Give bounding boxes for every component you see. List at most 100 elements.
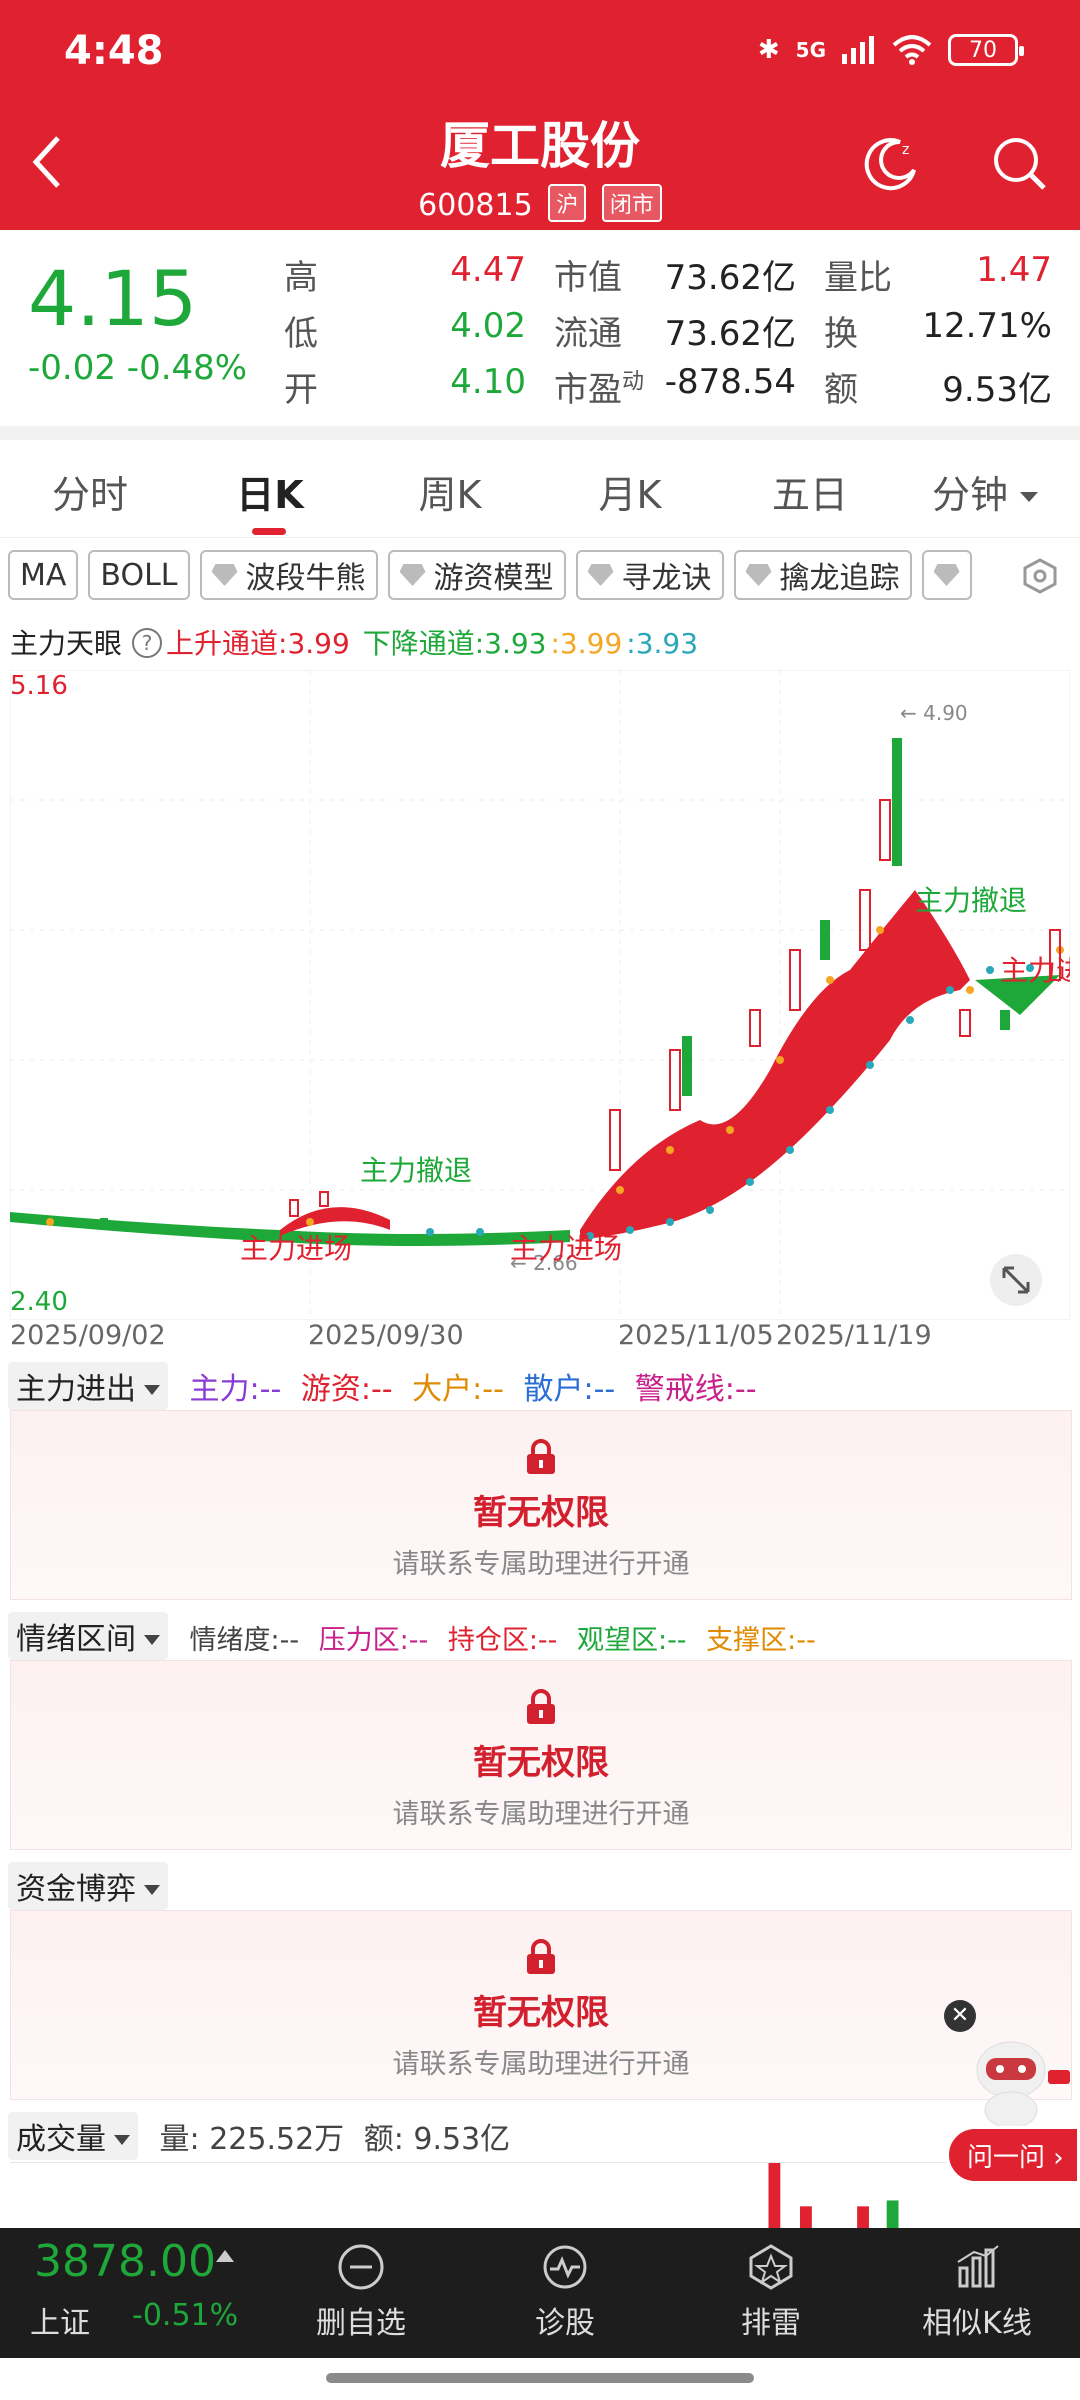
mood-watch: 观望区:-- <box>576 1625 687 1656</box>
chip-boll[interactable]: BOLL <box>88 550 190 600</box>
annotation-enter-3: 主力进场 <box>1000 954 1070 987</box>
lock-icon <box>527 1439 555 1474</box>
quote-panel: 4.15 -0.02 -0.48% 高 4.47 低 4.02 开 4.10 市… <box>0 230 1080 426</box>
price-change: -0.02 -0.48% <box>28 348 247 388</box>
volume-ratio-label: 量比 <box>824 258 892 298</box>
change-percent: -0.48% <box>126 348 248 388</box>
pe-label-text: 市盈 <box>554 370 622 410</box>
bottom-toolbar: 3878.00 上证 -0.51% 删自选 诊股 排雷 相似K线 <box>0 2228 1080 2358</box>
tab-monthly-k[interactable]: 月K <box>545 464 715 519</box>
diagnose-label: 诊股 <box>535 2306 595 2341</box>
risk-scan-button[interactable]: 排雷 <box>696 2242 846 2342</box>
lock-icon <box>527 1939 555 1974</box>
locked-subtitle: 请联系专属助理进行开通 <box>392 2049 690 2080</box>
active-tab-indicator <box>252 528 286 535</box>
index-percent: -0.51% <box>132 2298 239 2333</box>
section-divider <box>0 426 1080 440</box>
chip-boll-label: BOLL <box>100 557 178 593</box>
kline-chart[interactable]: 5.16 2.40 ← 4.90 ← 2.66 主力撤退 主力进场 主力进场 主… <box>10 670 1070 1320</box>
indicator-chips: MA BOLL 波段牛熊 游资模型 寻龙诀 擒龙追踪 <box>8 550 1008 600</box>
diagnose-button[interactable]: 诊股 <box>490 2242 640 2342</box>
chevron-down-icon <box>1020 492 1039 502</box>
annotation-retreat-1: 主力撤退 <box>360 1154 472 1187</box>
chip-ma[interactable]: MA <box>8 550 79 600</box>
chip-hot-money-model[interactable]: 游资模型 <box>387 550 566 600</box>
turnover-label: 换 <box>824 314 858 354</box>
pe-value: -878.54 <box>664 362 796 402</box>
diamond-icon <box>745 564 772 586</box>
locked-title: 暂无权限 <box>473 1743 609 1783</box>
volume-chart <box>10 2162 1072 2228</box>
locked-panel-game: 暂无权限 请联系专属助理进行开通 <box>10 1910 1072 2100</box>
flow-warning: 警戒线:-- <box>634 1372 757 1407</box>
tab-minute[interactable]: 分钟 <box>905 464 1065 519</box>
diamond-icon <box>211 564 238 586</box>
tab-minute-label: 分钟 <box>931 473 1008 517</box>
bar-chart-icon <box>957 2245 999 2288</box>
expand-icon[interactable] <box>990 1254 1042 1306</box>
flow-dropdown[interactable]: 主力进出 <box>8 1362 168 1410</box>
tab-five-day[interactable]: 五日 <box>725 464 895 519</box>
status-bar: 4:48 ✱ 5G 70 <box>0 26 1080 76</box>
mood-dropdown[interactable]: 情绪区间 <box>8 1612 168 1660</box>
peak-label: ← 4.90 <box>900 701 968 725</box>
similar-kline-label: 相似K线 <box>922 2306 1032 2341</box>
status-icons: ✱ 5G 70 <box>758 34 1024 66</box>
locked-panel-flow: 暂无权限 请联系专属助理进行开通 <box>10 1410 1072 1600</box>
game-dropdown[interactable]: 资金博弈 <box>8 1862 168 1910</box>
up-channel: 上升通道:3.99 <box>166 627 350 660</box>
night-mode-icon[interactable]: z <box>862 134 922 194</box>
tab-intraday[interactable]: 分时 <box>5 464 175 519</box>
chip-dragon-tracking[interactable]: 擒龙追踪 <box>733 550 912 600</box>
tab-daily-k[interactable]: 日K <box>185 464 355 519</box>
low-label: 低 <box>284 314 318 354</box>
tab-weekly-k[interactable]: 周K <box>365 464 535 519</box>
market-status-tag: 闭市 <box>601 184 662 222</box>
chip-label: 游资模型 <box>433 561 554 596</box>
annotation-enter-1: 主力进场 <box>240 1232 352 1265</box>
chip-band-bull-bear[interactable]: 波段牛熊 <box>199 550 378 600</box>
turnover-value: 12.71% <box>922 306 1052 346</box>
annotation-enter-2: 主力进场 <box>510 1232 622 1265</box>
wifi-icon <box>892 35 932 65</box>
ask-assistant-button[interactable]: 问一问 › <box>946 2126 1080 2184</box>
similar-kline-button[interactable]: 相似K线 <box>902 2242 1052 2342</box>
volume-amount: 额: 9.53亿 <box>363 2122 511 2157</box>
down-channel: 下降通道:3.93 <box>362 627 547 660</box>
index-value[interactable]: 3878.00 <box>34 2236 216 2287</box>
chip-more[interactable] <box>921 550 972 600</box>
game-header: 资金博弈 <box>8 1862 180 1910</box>
search-icon[interactable] <box>990 134 1050 194</box>
open-value: 4.10 <box>450 362 526 402</box>
triangle-up-icon <box>216 2250 234 2262</box>
home-indicator[interactable] <box>326 2373 754 2383</box>
current-price: 4.15 <box>28 254 198 343</box>
chip-dragon-search[interactable]: 寻龙诀 <box>575 550 724 600</box>
date-label-2: 2025/09/30 <box>308 1320 464 1351</box>
market-cap-value: 73.62亿 <box>664 258 796 298</box>
flow-header: 主力进出 主力:-- 游资:-- 大户:-- 散户:-- 警戒线:-- <box>8 1362 767 1410</box>
locked-panel-mood: 暂无权限 请联系专属助理进行开通 <box>10 1660 1072 1850</box>
chip-label: 波段牛熊 <box>245 561 366 596</box>
high-label: 高 <box>284 258 318 298</box>
mood-pressure: 压力区:-- <box>318 1625 429 1656</box>
volume-dropdown[interactable]: 成交量 <box>8 2112 138 2160</box>
indicator-legend: 主力天眼? 上升通道:3.99 下降通道:3.93:3.99:3.93 <box>10 622 702 662</box>
float-cap-value: 73.62亿 <box>664 314 796 354</box>
risk-scan-label: 排雷 <box>741 2306 801 2341</box>
locked-title: 暂无权限 <box>473 1993 609 2033</box>
indicator-settings-icon[interactable] <box>1020 556 1060 596</box>
close-assistant-button[interactable]: ✕ <box>944 2000 976 2032</box>
mood-header: 情绪区间 情绪度:-- 压力区:-- 持仓区:-- 观望区:-- 支撑区:-- <box>8 1612 826 1660</box>
assistant-robot-icon[interactable] <box>948 2030 1074 2130</box>
amount-label: 额 <box>824 370 858 410</box>
remove-watchlist-button[interactable]: 删自选 <box>286 2242 436 2342</box>
locked-subtitle: 请联系专属助理进行开通 <box>392 1799 690 1830</box>
minus-circle-icon <box>338 2244 384 2290</box>
stock-header: 4:48 ✱ 5G 70 厦工股份 600815 沪 闭市 z <box>0 0 1080 230</box>
volume-ratio-value: 1.47 <box>976 250 1052 290</box>
battery-icon: 70 <box>948 34 1024 66</box>
help-icon[interactable]: ? <box>132 628 163 658</box>
flow-retail: 散户:-- <box>523 1372 616 1407</box>
remove-watchlist-label: 删自选 <box>316 2306 406 2341</box>
